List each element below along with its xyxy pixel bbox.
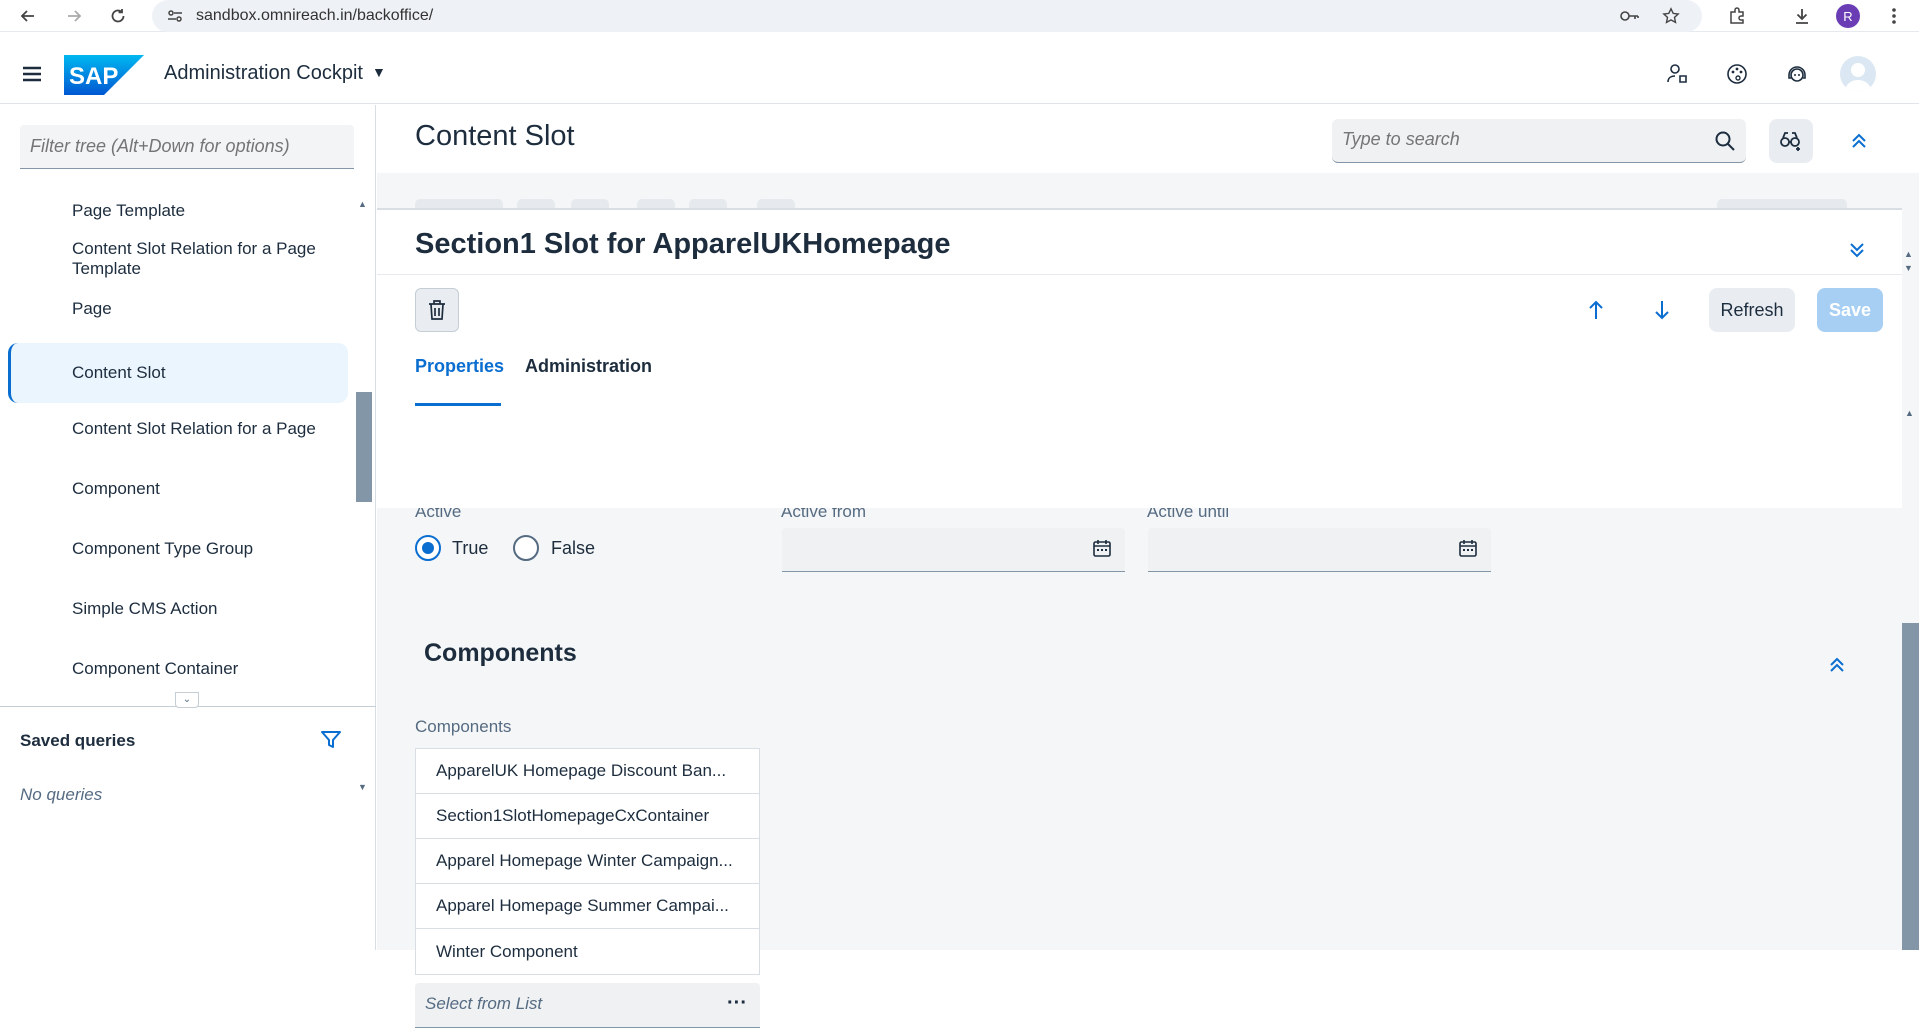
tree-item-content-slot-relation-page[interactable]: Content Slot Relation for a Page xyxy=(8,405,348,453)
filter-tree-input[interactable] xyxy=(20,125,354,169)
no-queries-text: No queries xyxy=(20,785,103,804)
calendar-icon[interactable] xyxy=(1092,538,1114,560)
saved-queries-title: Saved queries xyxy=(20,731,136,750)
forward-icon[interactable] xyxy=(62,4,86,28)
detail-panel: Section1 Slot for ApparelUKHomepage Refr… xyxy=(377,208,1902,508)
more-horizontal-icon[interactable]: ··· xyxy=(725,991,749,1015)
menu-icon[interactable] xyxy=(20,62,44,86)
download-icon[interactable] xyxy=(1790,4,1814,28)
sidebar: Page Template Content Slot Relation for … xyxy=(0,105,376,950)
expand-down-icon[interactable] xyxy=(1845,238,1869,262)
scroll-up-icon[interactable]: ▲ xyxy=(1905,408,1914,418)
reload-icon[interactable] xyxy=(106,4,130,28)
select-from-list-input[interactable]: Select from List ··· xyxy=(415,983,760,1028)
detail-scrollbar[interactable]: ▲ xyxy=(1902,405,1919,950)
search-box[interactable] xyxy=(1332,119,1746,163)
navigation-tree: Page Template Content Slot Relation for … xyxy=(0,185,354,810)
collapse-up-icon[interactable] xyxy=(1847,129,1871,153)
scroll-up-icon[interactable]: ▲ xyxy=(358,199,367,209)
previous-item-icon[interactable] xyxy=(1584,298,1608,322)
next-item-icon[interactable] xyxy=(1650,298,1674,322)
more-vert-icon[interactable] xyxy=(1882,4,1906,28)
tree-item-page[interactable]: Page xyxy=(8,285,348,333)
page-title: Content Slot xyxy=(415,120,575,152)
save-button[interactable]: Save xyxy=(1817,288,1883,332)
tree-item-component-type-group[interactable]: Component Type Group xyxy=(8,525,348,573)
tree-item-content-slot[interactable]: Content Slot xyxy=(8,343,348,403)
detail-separator xyxy=(377,274,1902,275)
radio-false[interactable] xyxy=(513,535,539,561)
main-content: Content Slot ▲▼ Section1 Slot for Appare… xyxy=(377,105,1919,1028)
detail-title: Section1 Slot for ApparelUKHomepage xyxy=(415,228,951,260)
list-item[interactable]: Apparel Homepage Winter Campaign... xyxy=(416,839,759,884)
components-section-title: Components xyxy=(424,639,577,667)
app-title[interactable]: Administration Cockpit xyxy=(164,62,363,85)
sap-logo: SAP xyxy=(64,55,144,95)
list-item[interactable]: Winter Component xyxy=(416,929,759,974)
collapse-section-icon[interactable] xyxy=(1825,653,1849,677)
back-icon[interactable] xyxy=(16,4,40,28)
advanced-search-button[interactable] xyxy=(1769,119,1813,163)
bookmark-star-icon[interactable] xyxy=(1660,5,1682,27)
user-avatar[interactable] xyxy=(1840,56,1876,92)
main-toolbar: Content Slot xyxy=(377,105,1919,173)
list-item[interactable]: Apparel Homepage Summer Campai... xyxy=(416,884,759,929)
palette-icon[interactable] xyxy=(1723,60,1751,88)
radio-true-label[interactable]: True xyxy=(452,538,488,559)
scroll-down-icon[interactable]: ▼ xyxy=(358,782,367,792)
list-scroll-arrows[interactable]: ▲ ▼ xyxy=(1902,177,1919,273)
tree-item-content-slot-relation-page-template[interactable]: Content Slot Relation for a Page Templat… xyxy=(8,235,348,283)
detail-scroll-thumb[interactable] xyxy=(1902,623,1919,950)
tree-item-component-container[interactable]: Component Container xyxy=(8,645,348,693)
components-list: ApparelUK Homepage Discount Ban... Secti… xyxy=(415,748,760,975)
support-icon[interactable] xyxy=(1783,60,1811,88)
site-info-icon[interactable] xyxy=(164,5,186,27)
components-field-label: Components xyxy=(415,717,512,736)
tab-administration[interactable]: Administration xyxy=(525,356,652,377)
active-from-input[interactable] xyxy=(782,528,1125,572)
select-placeholder[interactable]: Select from List xyxy=(425,994,542,1014)
svg-text:SAP: SAP xyxy=(69,63,118,90)
refresh-button[interactable]: Refresh xyxy=(1709,288,1795,332)
caret-down-icon[interactable]: ▼ xyxy=(372,64,386,80)
active-tab-indicator xyxy=(415,403,501,406)
search-icon[interactable] xyxy=(1714,130,1736,152)
browser-toolbar: sandbox.omnireach.in/backoffice/ R xyxy=(0,0,1919,32)
calendar-icon[interactable] xyxy=(1458,538,1480,560)
tree-scrollbar[interactable]: ▲ ▼ xyxy=(356,197,372,797)
url-text[interactable]: sandbox.omnireach.in/backoffice/ xyxy=(196,7,433,25)
tree-item-component[interactable]: Component xyxy=(8,465,348,513)
profile-avatar[interactable]: R xyxy=(1836,4,1860,28)
radio-false-label[interactable]: False xyxy=(551,538,595,559)
filter-icon[interactable] xyxy=(320,729,344,753)
password-key-icon[interactable] xyxy=(1619,5,1641,27)
list-item[interactable]: ApparelUK Homepage Discount Ban... xyxy=(416,749,759,794)
splitter-handle-icon[interactable]: ⌄ xyxy=(175,692,199,708)
tree-scroll-thumb[interactable] xyxy=(356,392,372,502)
active-until-input[interactable] xyxy=(1148,528,1491,572)
extensions-icon[interactable] xyxy=(1725,4,1749,28)
tree-item-simple-cms-action[interactable]: Simple CMS Action xyxy=(8,585,348,633)
delete-button[interactable] xyxy=(415,288,459,332)
list-item[interactable]: Section1SlotHomepageCxContainer xyxy=(416,794,759,839)
tree-item-page-template[interactable]: Page Template xyxy=(8,187,348,235)
radio-true[interactable] xyxy=(415,535,441,561)
user-switch-icon[interactable] xyxy=(1663,60,1691,88)
app-header: SAP Administration Cockpit ▼ xyxy=(0,44,1919,104)
trash-icon xyxy=(429,300,445,320)
tab-properties[interactable]: Properties xyxy=(415,356,504,377)
search-input[interactable] xyxy=(1342,129,1702,150)
